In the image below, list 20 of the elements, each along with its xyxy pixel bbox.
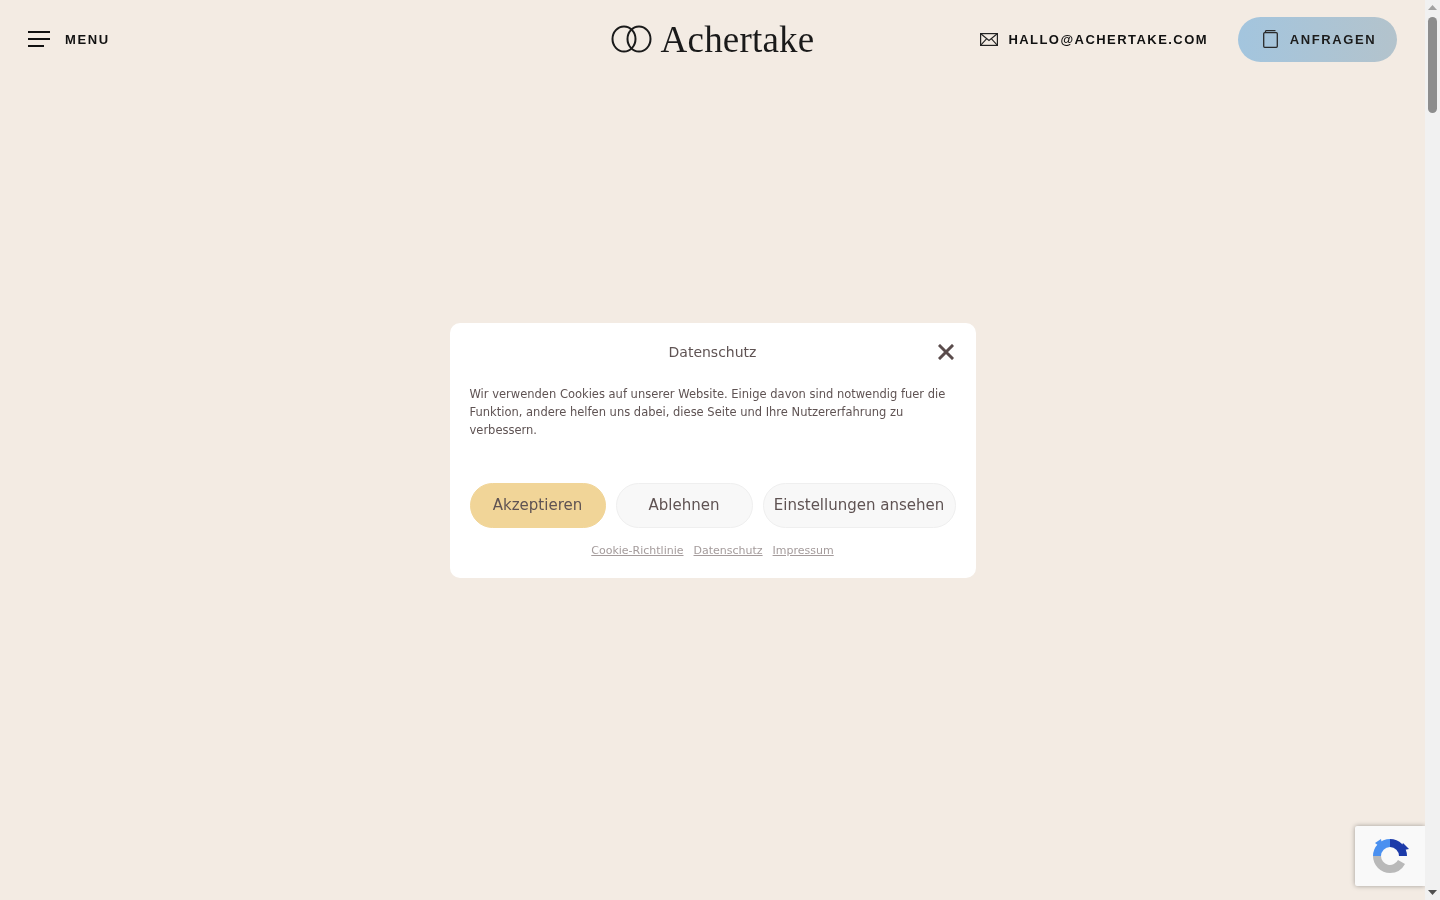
envelope-icon: [980, 32, 999, 46]
interlocked-rings-icon: [610, 25, 653, 53]
dialog-message: Wir verwenden Cookies auf unserer Website. Einige davon sind notwendig fuer die Funktion, andere helfen uns dabei, diese Seite und Ihre Nutzererfahrung zu verbessern.: [469, 385, 947, 439]
logo-link[interactable]: Achertake: [610, 20, 815, 58]
close-icon: [937, 343, 954, 360]
settings-button[interactable]: Einstellungen ansehen: [762, 482, 956, 528]
dialog-title: Datenschutz: [668, 343, 757, 360]
scrollbar-thumb[interactable]: [1428, 17, 1437, 113]
email-link[interactable]: HALLO@ACHERTAKE.COM: [980, 31, 1208, 47]
scroll-down-arrow-icon[interactable]: [1428, 890, 1437, 895]
accept-button[interactable]: Akzeptieren: [469, 482, 606, 528]
scroll-up-arrow-icon[interactable]: [1428, 5, 1437, 10]
book-icon: [1262, 30, 1278, 48]
logo-text: Achertake: [660, 20, 815, 58]
decline-button[interactable]: Ablehnen: [615, 482, 753, 528]
scrollbar[interactable]: [1425, 0, 1440, 900]
menu-button[interactable]: MENU: [28, 31, 110, 47]
inquire-button[interactable]: ANFRAGEN: [1238, 16, 1397, 62]
close-button[interactable]: [937, 343, 954, 360]
menu-icon: [28, 31, 50, 47]
